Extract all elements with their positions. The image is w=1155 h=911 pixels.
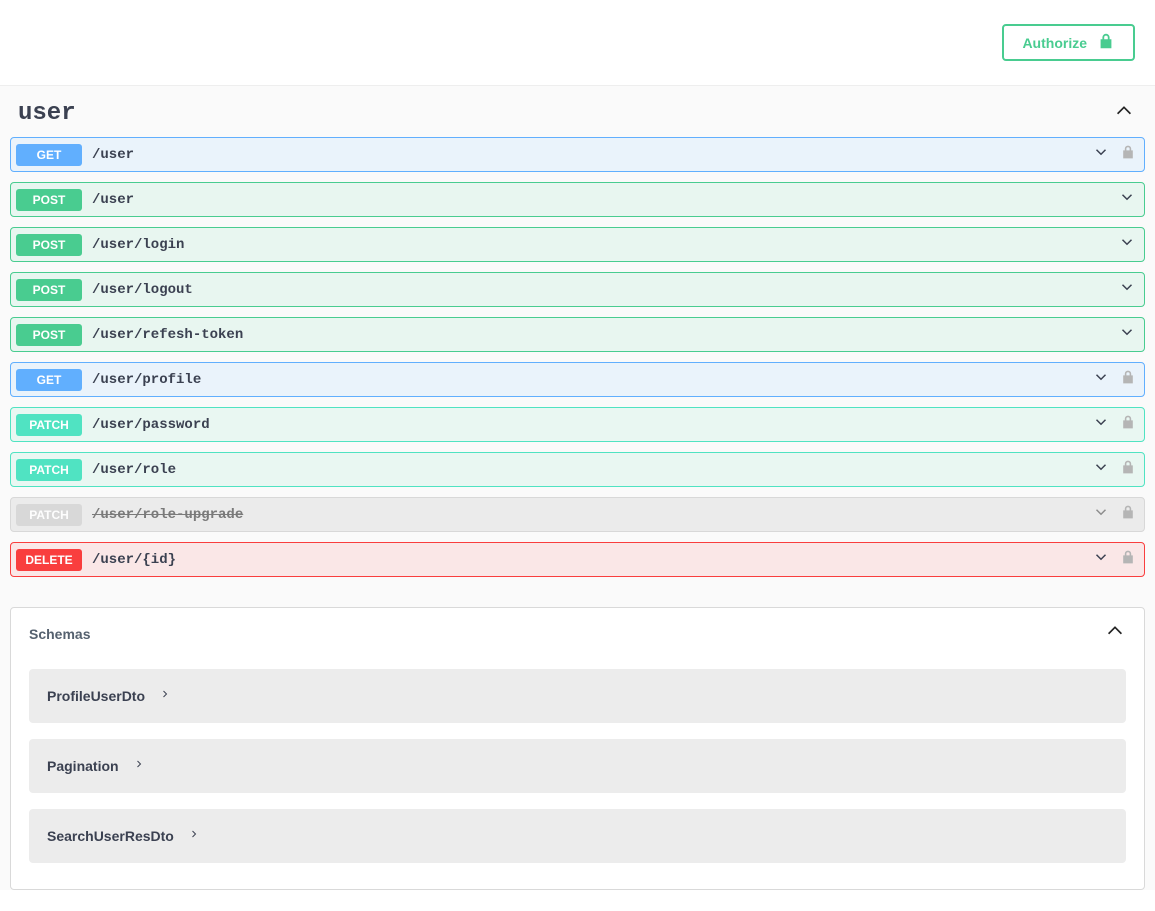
chevron-down-icon[interactable] xyxy=(1118,188,1136,211)
operation-row[interactable]: POST/user/logout xyxy=(10,272,1145,307)
operation-row[interactable]: POST/user xyxy=(10,182,1145,217)
schema-item[interactable]: Pagination xyxy=(29,739,1126,793)
chevron-down-icon[interactable] xyxy=(1092,143,1110,166)
operation-path: /user/refesh-token xyxy=(92,327,1118,343)
operation-path: /user xyxy=(92,147,1092,163)
operation-controls xyxy=(1092,503,1136,526)
schemas-section: Schemas ProfileUserDto Pagination SearchUs… xyxy=(10,607,1145,890)
schema-item[interactable]: SearchUserResDto xyxy=(29,809,1126,863)
chevron-down-icon[interactable] xyxy=(1118,278,1136,301)
operation-path: /user/role xyxy=(92,462,1092,478)
method-badge: POST xyxy=(16,189,82,211)
chevron-right-icon xyxy=(159,687,171,705)
method-badge: PATCH xyxy=(16,414,82,436)
chevron-down-icon[interactable] xyxy=(1092,548,1110,571)
authorize-button[interactable]: Authorize xyxy=(1002,24,1135,61)
lock-icon[interactable] xyxy=(1120,143,1136,166)
operation-controls xyxy=(1092,458,1136,481)
lock-icon[interactable] xyxy=(1120,413,1136,436)
method-badge: POST xyxy=(16,234,82,256)
authorize-label: Authorize xyxy=(1022,35,1087,51)
schema-name: ProfileUserDto xyxy=(47,688,145,704)
method-badge: DELETE xyxy=(16,549,82,571)
chevron-down-icon[interactable] xyxy=(1092,458,1110,481)
operation-path: /user/logout xyxy=(92,282,1118,298)
chevron-down-icon[interactable] xyxy=(1092,413,1110,436)
lock-icon[interactable] xyxy=(1120,368,1136,391)
method-badge: PATCH xyxy=(16,459,82,481)
lock-icon[interactable] xyxy=(1120,458,1136,481)
method-badge: POST xyxy=(16,324,82,346)
operations-list: GET/userPOST/userPOST/user/loginPOST/use… xyxy=(0,137,1155,607)
operation-row[interactable]: PATCH/user/role-upgrade xyxy=(10,497,1145,532)
method-badge: PATCH xyxy=(16,504,82,526)
operation-row[interactable]: GET/user xyxy=(10,137,1145,172)
method-badge: GET xyxy=(16,144,82,166)
chevron-right-icon xyxy=(188,827,200,845)
operation-path: /user/login xyxy=(92,237,1118,253)
operation-controls xyxy=(1118,233,1136,256)
operation-row[interactable]: DELETE/user/{id} xyxy=(10,542,1145,577)
chevron-up-icon xyxy=(1113,100,1135,127)
schemas-list: ProfileUserDto Pagination SearchUserResDto xyxy=(11,659,1144,889)
operation-controls xyxy=(1092,413,1136,436)
operation-controls xyxy=(1118,278,1136,301)
operation-path: /user/role-upgrade xyxy=(92,507,1092,523)
chevron-up-icon xyxy=(1104,620,1126,647)
schemas-title: Schemas xyxy=(29,626,90,642)
tag-title: user xyxy=(18,100,76,127)
lock-icon[interactable] xyxy=(1120,503,1136,526)
operation-controls xyxy=(1092,368,1136,391)
schema-name: Pagination xyxy=(47,758,119,774)
tag-header-user[interactable]: user xyxy=(0,86,1155,137)
schema-item[interactable]: ProfileUserDto xyxy=(29,669,1126,723)
lock-icon[interactable] xyxy=(1120,548,1136,571)
operation-path: /user xyxy=(92,192,1118,208)
chevron-right-icon xyxy=(133,757,145,775)
chevron-down-icon[interactable] xyxy=(1118,323,1136,346)
operation-path: /user/profile xyxy=(92,372,1092,388)
chevron-down-icon[interactable] xyxy=(1118,233,1136,256)
operation-row[interactable]: POST/user/login xyxy=(10,227,1145,262)
schema-name: SearchUserResDto xyxy=(47,828,174,844)
operation-row[interactable]: PATCH/user/password xyxy=(10,407,1145,442)
schemas-header[interactable]: Schemas xyxy=(11,608,1144,659)
operation-path: /user/{id} xyxy=(92,552,1092,568)
content-area: user GET/userPOST/userPOST/user/loginPOS… xyxy=(0,85,1155,890)
chevron-down-icon[interactable] xyxy=(1092,368,1110,391)
method-badge: GET xyxy=(16,369,82,391)
lock-icon xyxy=(1097,32,1115,53)
operation-controls xyxy=(1118,188,1136,211)
chevron-down-icon[interactable] xyxy=(1092,503,1110,526)
operation-controls xyxy=(1092,548,1136,571)
top-bar: Authorize xyxy=(0,0,1155,85)
operation-row[interactable]: POST/user/refesh-token xyxy=(10,317,1145,352)
method-badge: POST xyxy=(16,279,82,301)
operation-row[interactable]: GET/user/profile xyxy=(10,362,1145,397)
operation-row[interactable]: PATCH/user/role xyxy=(10,452,1145,487)
operation-controls xyxy=(1118,323,1136,346)
operation-path: /user/password xyxy=(92,417,1092,433)
operation-controls xyxy=(1092,143,1136,166)
